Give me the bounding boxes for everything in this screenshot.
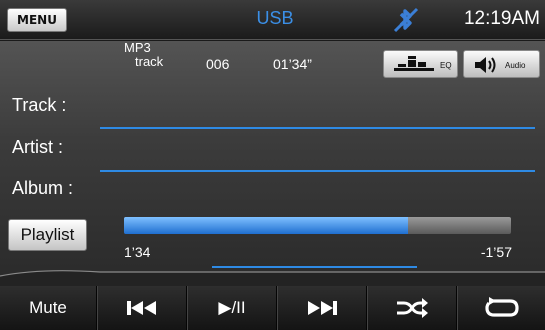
artist-name-line	[100, 170, 535, 172]
next-track-button[interactable]	[277, 286, 367, 330]
play-pause-button[interactable]: ▶/II	[187, 286, 277, 330]
elapsed-time-header: 01’34”	[273, 56, 312, 72]
previous-track-icon	[127, 301, 156, 315]
album-label: Album :	[12, 178, 74, 198]
file-format: MP3 track	[124, 41, 163, 69]
repeat-button[interactable]	[457, 286, 545, 330]
file-format-sub: track	[135, 54, 164, 69]
progress-bar[interactable]	[124, 217, 511, 234]
track-number: 006	[206, 56, 230, 72]
playlist-button[interactable]: Playlist	[8, 219, 87, 251]
control-bar: Mute ▶/II	[0, 286, 545, 330]
eq-button[interactable]: EQ	[383, 50, 458, 78]
mute-label: Mute	[29, 298, 67, 317]
shuffle-icon	[397, 298, 428, 318]
mute-button[interactable]: Mute	[0, 286, 97, 330]
eq-label: EQ	[440, 61, 452, 70]
top-bar: MENU USB 12:19AM	[0, 0, 545, 40]
remaining-time: -1’57	[480, 244, 512, 260]
shuffle-button[interactable]	[367, 286, 457, 330]
artist-label: Artist :	[12, 137, 64, 157]
track-label: Track :	[12, 95, 67, 115]
previous-track-button[interactable]	[97, 286, 187, 330]
elapsed-time: 1’34	[124, 244, 151, 260]
play-pause-icon: ▶/II	[218, 298, 246, 317]
equalizer-icon	[394, 56, 434, 71]
bluetooth-off-icon	[393, 7, 419, 33]
repeat-icon	[484, 297, 519, 317]
audio-label: Audio	[505, 61, 526, 70]
file-format-label: MP3	[124, 40, 151, 55]
speaker-icon	[475, 57, 496, 73]
source-title: USB	[256, 8, 294, 28]
track-title-line	[100, 127, 535, 129]
next-track-icon	[308, 301, 337, 315]
decorative-curve	[0, 270, 545, 288]
progress-bar-fill	[124, 217, 409, 234]
clock: 12:19AM	[463, 8, 540, 29]
menu-button[interactable]: MENU	[7, 8, 67, 32]
audio-button[interactable]: Audio	[463, 50, 540, 78]
